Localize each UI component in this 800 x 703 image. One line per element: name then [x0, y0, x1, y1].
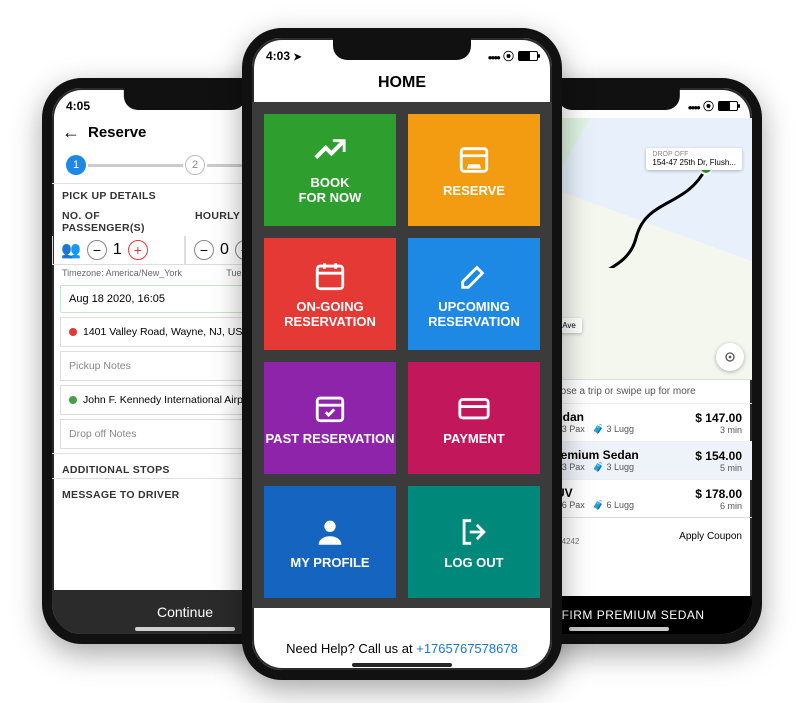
help-footer: Need Help? Call us at +1765767578678 [252, 633, 552, 664]
signal-icon [688, 99, 699, 113]
tile-label: MY PROFILE [290, 555, 369, 570]
label-passengers: NO. OF PASSENGER(S) [52, 204, 185, 236]
passenger-counter: 👥 − 1 + [52, 236, 185, 265]
tile-label: LOG OUT [444, 555, 503, 570]
hourly-value: 0 [220, 241, 229, 259]
vehicle-price: $ 154.00 [695, 449, 742, 463]
gps-locate-button[interactable] [716, 343, 744, 371]
home-indicator [352, 663, 452, 667]
phone-notch [333, 38, 471, 60]
crosshair-icon [722, 349, 738, 365]
edit-icon [457, 259, 491, 293]
section-message-driver[interactable]: MESSAGE TO DRIVER [62, 489, 180, 501]
passenger-plus-button[interactable]: + [128, 240, 148, 260]
vehicle-name: SUV [548, 486, 687, 500]
card-icon [457, 391, 491, 425]
tile-log-out[interactable]: LOG OUT [408, 486, 540, 598]
passenger-value: 1 [113, 241, 122, 259]
calendar-car-icon [457, 143, 491, 177]
help-text: Need Help? Call us at [286, 641, 416, 656]
phone-notch [124, 88, 246, 110]
location-arrow-icon: ➤ [293, 52, 301, 63]
vehicle-price: $ 178.00 [695, 487, 742, 501]
step-2[interactable]: 2 [185, 155, 205, 175]
hourly-minus-button[interactable]: − [194, 240, 214, 260]
lugg-icon: 🧳 3 Lugg [593, 462, 634, 473]
calendar-icon [313, 259, 347, 293]
calendar-check-icon [313, 391, 347, 425]
tile-payment[interactable]: PAYMENT [408, 362, 540, 474]
home-indicator [135, 627, 235, 631]
status-time: 4:03 [266, 49, 290, 63]
logout-icon [457, 515, 491, 549]
vehicle-eta: 3 min [695, 425, 742, 435]
tile-label: PAST RESERVATION [265, 431, 394, 446]
pickup-dot-icon [69, 328, 77, 336]
dropoff-dot-icon [69, 396, 77, 404]
dropoff-map-label[interactable]: DROP OFF 154-47 25th Dr, Flush... [646, 148, 742, 170]
apply-coupon-button[interactable]: Apply Coupon [679, 531, 742, 542]
tile-upcoming-reservation[interactable]: UPCOMING RESERVATION [408, 238, 540, 350]
passenger-minus-button[interactable]: − [87, 240, 107, 260]
user-icon [313, 515, 347, 549]
lugg-icon: 🧳 3 Lugg [593, 424, 634, 435]
battery-icon [518, 51, 538, 61]
vehicle-name: Sedan [548, 410, 687, 424]
back-icon[interactable]: ← [62, 122, 80, 143]
phone-home: 4:03 ➤ HOME BOOK FOR NOW RESERVE ON-GOIN… [242, 28, 562, 680]
tile-past-reservation[interactable]: PAST RESERVATION [264, 362, 396, 474]
tile-book-for-now[interactable]: BOOK FOR NOW [264, 114, 396, 226]
people-icon: 👥 [61, 240, 81, 260]
page-title: HOME [252, 68, 552, 102]
trend-icon [313, 135, 347, 169]
tile-label: UPCOMING RESERVATION [408, 299, 540, 329]
signal-icon [488, 49, 499, 63]
tile-label: ON-GOING RESERVATION [264, 299, 396, 329]
pickup-address-text: 1401 Valley Road, Wayne, NJ, USA [83, 326, 249, 338]
wifi-icon [503, 48, 514, 64]
help-phone-link[interactable]: +1765767578678 [416, 641, 518, 656]
tile-my-profile[interactable]: MY PROFILE [264, 486, 396, 598]
step-1[interactable]: 1 [66, 155, 86, 175]
tile-reserve[interactable]: RESERVE [408, 114, 540, 226]
home-indicator [569, 627, 669, 631]
status-time: 4:05 [66, 99, 90, 113]
lugg-icon: 🧳 6 Lugg [593, 500, 634, 511]
vehicle-eta: 6 min [695, 501, 742, 511]
timezone-label: Timezone: America/New_York [62, 268, 182, 278]
page-title: Reserve [88, 124, 146, 141]
phone-notch [558, 88, 680, 110]
battery-icon [718, 101, 738, 111]
tile-ongoing-reservation[interactable]: ON-GOING RESERVATION [264, 238, 396, 350]
tile-label: RESERVE [443, 183, 505, 198]
wifi-icon [703, 98, 714, 114]
tile-label: BOOK FOR NOW [299, 175, 362, 205]
tile-label: PAYMENT [443, 431, 504, 446]
home-tile-grid: BOOK FOR NOW RESERVE ON-GOING RESERVATIO… [252, 102, 552, 608]
vehicle-name: Premium Sedan [548, 448, 687, 462]
vehicle-price: $ 147.00 [695, 411, 742, 425]
vehicle-eta: 5 min [695, 463, 742, 473]
